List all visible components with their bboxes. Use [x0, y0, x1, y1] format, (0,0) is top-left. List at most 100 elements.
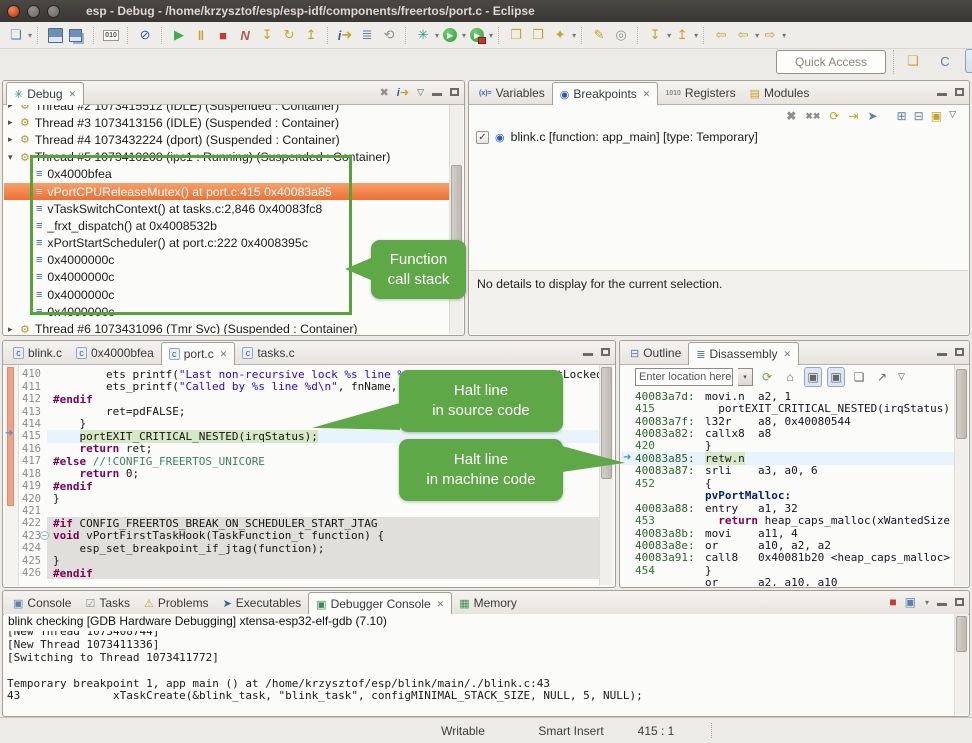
annotation-ruler[interactable]: ➜ [4, 365, 19, 586]
sync-selection-toggle[interactable]: ▣ [804, 367, 822, 387]
collapse-all-button[interactable]: ⊟ [914, 109, 924, 123]
refresh-button[interactable]: ⟳ [758, 367, 776, 387]
disassembly-row[interactable]: 452{ [621, 477, 955, 489]
link-with-debug-button[interactable]: ▣ [931, 109, 942, 123]
disassembly-row[interactable]: 453 return heap_caps_malloc(xWantedSize [621, 514, 955, 526]
minimize-icon[interactable] [937, 353, 947, 356]
tab-debug[interactable]: ✳ Debug ✕ [6, 82, 84, 105]
console-scrollbar[interactable] [954, 614, 968, 715]
view-menu-icon[interactable]: ▽ [898, 371, 905, 382]
thread-row[interactable]: ▸⚙Thread #4 1073432224 (dport) (Suspende… [4, 131, 450, 148]
tab-console[interactable]: ▣ Console [6, 592, 78, 614]
mark-occurrences-button[interactable]: ✎ [588, 24, 610, 46]
disassembly-row[interactable]: 40083a7f:l32r a8, 0x40080544 [621, 415, 955, 427]
next-annotation-button[interactable]: ↥ [671, 24, 693, 46]
disassembly-row[interactable]: 415 portEXIT_CRITICAL_NESTED(irqStatus) [621, 402, 955, 414]
expand-arrow-icon[interactable]: ▸ [8, 134, 20, 145]
maximize-icon[interactable] [450, 88, 459, 96]
forward-dropdown-icon[interactable]: ▾ [782, 31, 786, 40]
cpp-perspective-button[interactable]: C [933, 49, 957, 73]
window-maximize-button[interactable] [47, 5, 60, 18]
open-perspective-button[interactable]: ❏ [901, 49, 925, 73]
last-edit-location-button[interactable]: ↧ [644, 24, 666, 46]
disassembly-row[interactable]: 454} [621, 564, 955, 576]
forward-button[interactable]: ⇨ [759, 24, 781, 46]
view-menu-icon[interactable]: ▽ [417, 87, 424, 98]
code-line[interactable]: 423−void vPortFirstTaskHook(TaskFunction… [19, 530, 601, 542]
console-output[interactable]: [New Thread 1073408744][New Thread 10734… [7, 631, 955, 715]
minimize-icon[interactable] [432, 93, 442, 96]
disconnect-button[interactable]: N [234, 24, 256, 46]
instruction-mode-button[interactable]: ≣ [356, 24, 378, 46]
terminate-icon[interactable]: ■ [889, 595, 896, 609]
close-icon[interactable]: ✕ [437, 599, 445, 610]
show-breakpoints-for-target-button[interactable]: ⟳ [829, 109, 839, 123]
track-expression-toggle[interactable]: ▣ [827, 367, 845, 387]
tab-debugger-console[interactable]: ▣ Debugger Console ✕ [308, 592, 452, 615]
tab-tasks[interactable]: ☑ Tasks [78, 592, 137, 614]
skip-all-breakpoints-button[interactable]: ⊘ [134, 24, 156, 46]
expand-all-button[interactable]: ⊞ [897, 109, 907, 123]
binary-view-button[interactable]: 010 [100, 24, 122, 46]
editor-scrollbar[interactable] [599, 365, 613, 585]
console-dropdown-icon[interactable]: ▾ [925, 598, 929, 607]
minimize-icon[interactable] [937, 603, 947, 606]
terminate-button[interactable]: ■ [212, 24, 234, 46]
debug-perspective-button[interactable]: ✳ [965, 49, 972, 73]
run-launch-button[interactable]: ▶ [439, 24, 461, 46]
disassembly-row[interactable]: 40083a91:call8 0x40081b20 <heap_caps_mal… [621, 552, 955, 564]
tab-disassembly[interactable]: ≣ Disassembly ✕ [688, 342, 799, 365]
back-button[interactable]: ⇦ [732, 24, 754, 46]
disassembly-row[interactable]: 40083a8b:movi a11, 4 [621, 527, 955, 539]
tab-registers[interactable]: 1010 Registers [658, 82, 742, 104]
maximize-icon[interactable] [955, 348, 964, 356]
close-icon[interactable]: ✕ [643, 89, 651, 100]
display-console-icon[interactable]: ▣ [905, 595, 916, 609]
debug-launch-button[interactable]: ✳ [412, 24, 434, 46]
disassembly-scrollbar[interactable] [954, 365, 968, 586]
external-tools-dropdown-icon[interactable]: ▾ [489, 31, 493, 40]
go-to-file-button[interactable]: ⇥ [848, 109, 858, 123]
maximize-icon[interactable] [955, 598, 964, 606]
toggle-mark-button[interactable]: ◎ [610, 24, 632, 46]
tab-outline[interactable]: ⊟ Outline [623, 342, 688, 364]
code-line[interactable]: 422#if CONFIG_FREERTOS_BREAK_ON_SCHEDULE… [19, 517, 601, 529]
breakpoint-row[interactable]: ✓ ◉ blink.c [function: app_main] [type: … [470, 128, 968, 144]
tab-variables[interactable]: (x)= Variables [472, 82, 552, 104]
location-dropdown-icon[interactable]: ▾ [738, 368, 753, 386]
suspend-button[interactable]: ‖ [190, 24, 212, 46]
disassembly-row[interactable]: 40083a82:callx8 a8 [621, 427, 955, 439]
tab-executables[interactable]: ➤ Executables [216, 592, 309, 614]
code-line[interactable]: 421 [19, 505, 601, 517]
stack-frame-row[interactable]: ≡vTaskSwitchContext() at tasks.c:2,846 0… [4, 200, 450, 217]
new-wizard-icon[interactable]: ❏ [5, 24, 27, 46]
disassembly-row[interactable]: pvPortMalloc: [621, 490, 955, 502]
code-line[interactable]: 424 esp_set_breakpoint_if_jtag(function)… [19, 542, 601, 554]
breakpoint-checkbox[interactable]: ✓ [476, 131, 489, 144]
tab-memory[interactable]: ▦ Memory [452, 592, 524, 614]
close-icon[interactable]: ✕ [220, 349, 228, 360]
minimize-icon[interactable] [583, 353, 593, 356]
disassembly-row[interactable]: 40083a8e:or a10, a2, a2 [621, 539, 955, 551]
export-button[interactable]: ↗ [873, 367, 891, 387]
step-return-button[interactable]: ↥ [300, 24, 322, 46]
home-button[interactable]: ⌂ [781, 367, 799, 387]
close-icon[interactable]: ✕ [69, 89, 77, 100]
search-dropdown-icon[interactable]: ▾ [572, 31, 576, 40]
stack-frame-row[interactable]: ≡0x4000000c [4, 303, 450, 320]
thread-row[interactable]: ▸⚙Thread #6 1073431096 (Tmr Svc) (Suspen… [4, 320, 450, 334]
next-annotation-dropdown-icon[interactable]: ▾ [694, 31, 698, 40]
open-folder-button[interactable]: ❐ [505, 24, 527, 46]
new-dropdown-icon[interactable]: ▾ [28, 31, 32, 40]
close-icon[interactable]: ✕ [783, 349, 791, 360]
thread-row[interactable]: ▸⚙Thread #2 1073415512 (IDLE) (Suspended… [4, 105, 450, 114]
thread-row[interactable]: ▸⚙Thread #3 1073413156 (IDLE) (Suspended… [4, 114, 450, 131]
disassembly-row[interactable]: 420} [621, 440, 955, 452]
search-button[interactable]: ✦ [549, 24, 571, 46]
tab-tasks-c[interactable]: c tasks.c [235, 342, 301, 364]
quick-access-input[interactable]: Quick Access [776, 50, 886, 74]
instruction-stepping-toggle[interactable]: i➜ [397, 86, 409, 99]
back-history-button[interactable]: ⇦ [710, 24, 732, 46]
step-over-button[interactable]: ↻ [278, 24, 300, 46]
open-element-button[interactable]: ❐ [527, 24, 549, 46]
